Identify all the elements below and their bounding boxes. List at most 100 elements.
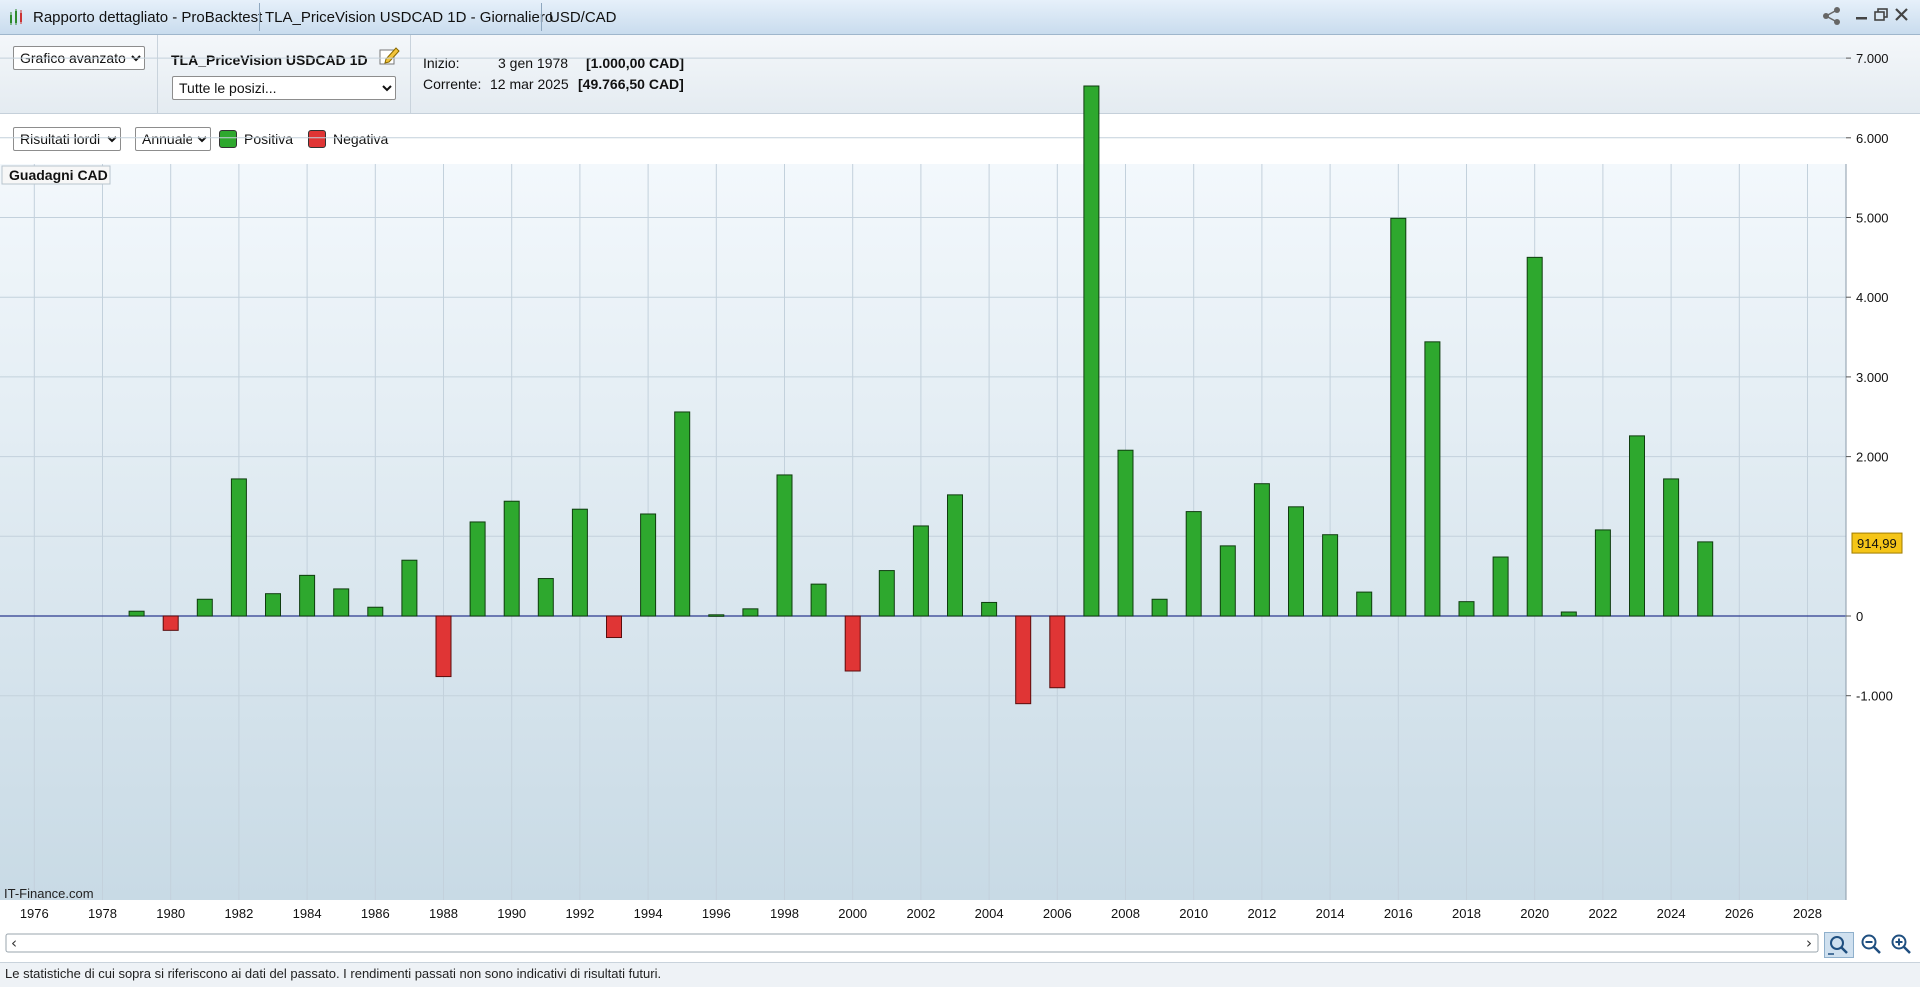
bar-negative[interactable] bbox=[1015, 615, 1032, 705]
legend-negative-label: Negativa bbox=[333, 131, 389, 147]
legend-positive-swatch[interactable] bbox=[219, 130, 237, 148]
y-tick-label: 2.000 bbox=[1856, 450, 1889, 465]
bar-positive[interactable] bbox=[1185, 511, 1202, 617]
bar-positive[interactable] bbox=[1322, 534, 1339, 617]
tab-strategy[interactable]: TLA_PriceVision USDCAD 1D - Giornaliero bbox=[257, 0, 561, 34]
bar-positive[interactable] bbox=[367, 606, 384, 617]
bar-positive[interactable] bbox=[333, 588, 350, 617]
period-select[interactable]: Annuale bbox=[135, 127, 211, 151]
x-tick-label: 2000 bbox=[838, 906, 867, 921]
bar-positive[interactable] bbox=[981, 601, 998, 617]
bar-positive[interactable] bbox=[1560, 611, 1577, 617]
legend-negative-swatch[interactable] bbox=[308, 130, 326, 148]
bar-positive[interactable] bbox=[912, 525, 929, 617]
minimize-icon[interactable] bbox=[1855, 5, 1869, 31]
bar-positive[interactable] bbox=[1253, 483, 1270, 617]
bar-positive[interactable] bbox=[469, 521, 486, 617]
zoom-in-icon[interactable] bbox=[1888, 932, 1914, 956]
horizontal-scrollbar[interactable]: ‹ › bbox=[0, 932, 1830, 954]
bar-positive[interactable] bbox=[1526, 256, 1543, 617]
app-icon bbox=[8, 8, 26, 26]
bar-positive[interactable] bbox=[640, 513, 657, 617]
x-tick-label: 2016 bbox=[1384, 906, 1413, 921]
bar-positive[interactable] bbox=[708, 614, 725, 617]
x-tick-label: 2018 bbox=[1452, 906, 1481, 921]
bar-positive[interactable] bbox=[947, 494, 963, 617]
bar-positive[interactable] bbox=[1697, 541, 1714, 617]
divider bbox=[157, 35, 158, 113]
bar-positive[interactable] bbox=[1390, 217, 1407, 617]
edit-icon[interactable] bbox=[378, 45, 400, 67]
bar-positive[interactable] bbox=[1356, 591, 1373, 617]
x-tick-label: 1982 bbox=[224, 906, 253, 921]
bar-positive[interactable] bbox=[196, 598, 213, 617]
share-icon[interactable] bbox=[1821, 5, 1843, 33]
bar-positive[interactable] bbox=[571, 508, 588, 617]
current-date: 12 mar 2025 bbox=[490, 76, 569, 92]
gains-chart[interactable]: -1.000 0 2.000 3.000 4.000 5.000 6.000 7.000 914… bbox=[0, 51, 1920, 921]
scroll-right-arrow[interactable]: › bbox=[1806, 934, 1812, 952]
x-tick-label: 1994 bbox=[634, 906, 663, 921]
x-tick-label: 1980 bbox=[156, 906, 185, 921]
bar-positive[interactable] bbox=[1117, 449, 1134, 617]
x-tick-label: 1988 bbox=[429, 906, 458, 921]
bar-negative[interactable] bbox=[844, 615, 861, 672]
results-select[interactable]: Risultati lordi bbox=[13, 127, 121, 151]
current-label: Corrente: bbox=[423, 76, 482, 92]
tab-detailed-report[interactable]: Rapporto dettagliato - ProBacktest bbox=[25, 0, 270, 34]
legend-positive-label: Positiva bbox=[244, 131, 294, 147]
bar-positive[interactable] bbox=[1458, 601, 1475, 617]
bar-positive[interactable] bbox=[878, 570, 895, 617]
bar-positive[interactable] bbox=[265, 593, 281, 617]
bar-negative[interactable] bbox=[162, 615, 179, 631]
x-tick-label: 2008 bbox=[1111, 906, 1140, 921]
bar-positive[interactable] bbox=[1492, 556, 1509, 617]
current-value: [49.766,50 CAD] bbox=[578, 76, 684, 92]
x-tick-label: 2004 bbox=[975, 906, 1004, 921]
bar-positive[interactable] bbox=[537, 578, 554, 617]
restore-icon[interactable] bbox=[1874, 5, 1890, 31]
x-tick-label: 1976 bbox=[20, 906, 49, 921]
zoom-tools bbox=[1824, 932, 1920, 958]
x-tick-label: 1986 bbox=[361, 906, 390, 921]
chart-title: Guadagni CAD bbox=[9, 167, 108, 183]
start-date: 3 gen 1978 bbox=[498, 55, 569, 71]
x-tick-label: 2006 bbox=[1043, 906, 1072, 921]
x-tick-label: 1992 bbox=[565, 906, 594, 921]
bar-positive[interactable] bbox=[230, 478, 247, 617]
tab-instrument[interactable]: USD/CAD bbox=[541, 0, 625, 34]
bar-positive[interactable] bbox=[299, 574, 316, 617]
y-tick-label: 7.000 bbox=[1856, 51, 1889, 66]
bar-negative[interactable] bbox=[606, 615, 622, 639]
zoom-fit-icon[interactable] bbox=[1824, 932, 1854, 958]
bar-positive[interactable] bbox=[742, 608, 759, 617]
x-tick-label: 2002 bbox=[906, 906, 935, 921]
bar-positive[interactable] bbox=[128, 610, 145, 617]
bar-positive[interactable] bbox=[1151, 598, 1168, 617]
bar-positive[interactable] bbox=[401, 559, 418, 617]
bar-positive[interactable] bbox=[1594, 529, 1611, 617]
bar-positive[interactable] bbox=[503, 500, 520, 617]
bar-positive[interactable] bbox=[1083, 85, 1100, 617]
close-icon[interactable] bbox=[1894, 5, 1910, 31]
bar-positive[interactable] bbox=[1663, 478, 1680, 617]
bar-positive[interactable] bbox=[810, 583, 827, 617]
zoom-out-icon[interactable] bbox=[1858, 932, 1884, 956]
positions-select[interactable]: Tutte le posizi... bbox=[172, 76, 396, 100]
chart-canvas[interactable]: -1.000 0 2.000 3.000 4.000 5.000 6.000 7.000 914… bbox=[0, 51, 1920, 921]
bar-positive[interactable] bbox=[674, 411, 691, 617]
bar-positive[interactable] bbox=[776, 474, 793, 617]
x-tick-label: 2010 bbox=[1179, 906, 1208, 921]
strategy-name: TLA_PriceVision USDCAD 1D bbox=[171, 52, 368, 68]
bar-positive[interactable] bbox=[1424, 341, 1441, 617]
scroll-left-arrow[interactable]: ‹ bbox=[11, 934, 17, 952]
bar-negative[interactable] bbox=[1049, 615, 1066, 689]
bar-positive[interactable] bbox=[1629, 435, 1645, 617]
disclaimer-bar: Le statistiche di cui sopra si riferisco… bbox=[0, 962, 1920, 987]
bar-negative[interactable] bbox=[435, 615, 452, 678]
x-tick-label: 2014 bbox=[1316, 906, 1345, 921]
y-tick-label: -1.000 bbox=[1856, 689, 1893, 704]
bar-positive[interactable] bbox=[1219, 545, 1236, 617]
y-tick-label: 0 bbox=[1856, 609, 1863, 624]
bar-positive[interactable] bbox=[1288, 506, 1304, 617]
